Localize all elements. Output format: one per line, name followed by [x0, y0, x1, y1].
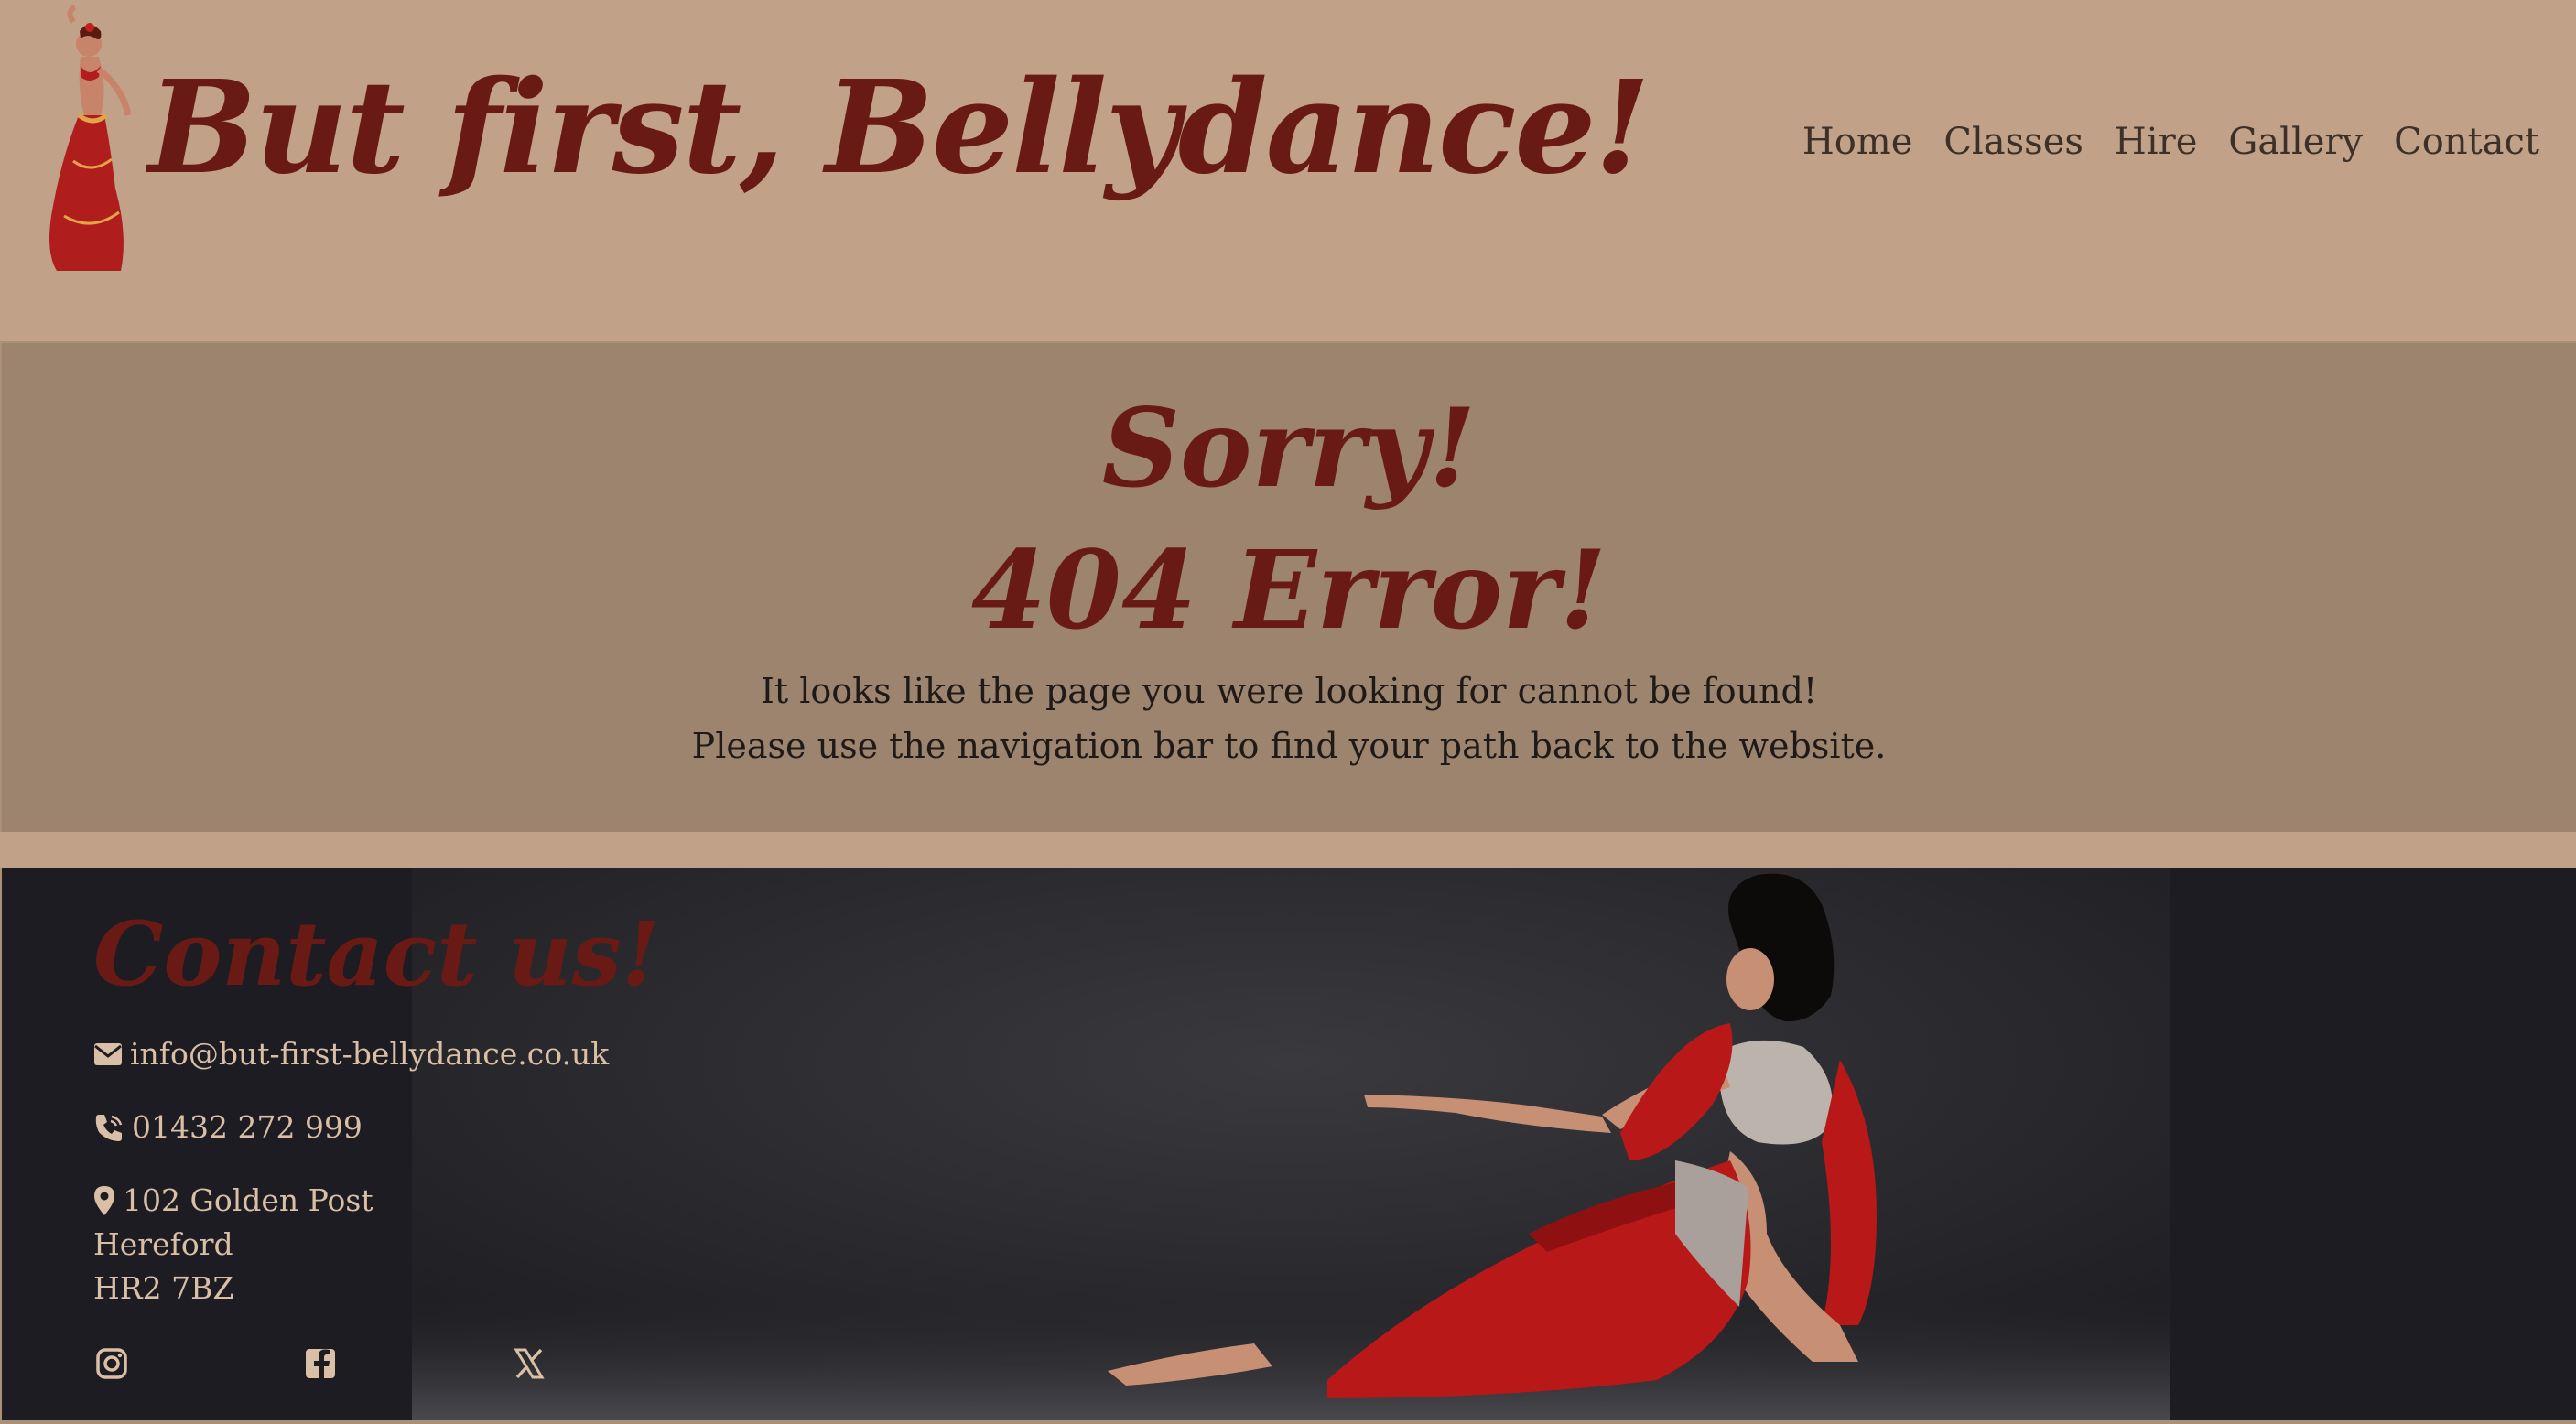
address-line-3: HR2 7BZ	[93, 1270, 234, 1306]
facebook-icon[interactable]	[302, 1345, 339, 1382]
address-line-2: Hereford	[93, 1226, 233, 1262]
error-message-line-2: Please use the navigation bar to find yo…	[691, 726, 1887, 766]
instagram-icon[interactable]	[93, 1345, 130, 1382]
nav-gallery-link[interactable]: Gallery	[2228, 121, 2363, 163]
error-code: 404 Error!	[970, 526, 1607, 653]
site-footer: Contact us! info@but-first-bellydance.co…	[0, 868, 2576, 1422]
contact-heading: Contact us!	[93, 902, 660, 1006]
error-heading: Sorry!	[1101, 384, 1477, 512]
nav-classes-link[interactable]: Classes	[1943, 121, 2084, 163]
map-pin-icon	[94, 1185, 114, 1215]
bottom-border	[0, 1420, 2576, 1424]
error-message-line-1: It looks like the page you were looking …	[760, 671, 1818, 711]
envelope-icon	[94, 1042, 122, 1065]
footer-dancer-photo	[412, 868, 2170, 1422]
error-section: Sorry! 404 Error! It looks like the page…	[0, 341, 2576, 832]
nav-contact-link[interactable]: Contact	[2394, 121, 2539, 163]
site-title[interactable]: But first, Bellydance!	[148, 64, 1651, 192]
dancer-logo-icon[interactable]	[20, 5, 157, 280]
contact-phone[interactable]: 01432 272 999	[93, 1109, 363, 1145]
site-header: But first, Bellydance! Home Classes Hire…	[0, 0, 2576, 341]
x-icon[interactable]	[511, 1345, 547, 1382]
main-nav: Home Classes Hire Gallery Contact	[1802, 121, 2539, 163]
contact-address: 102 Golden Post	[93, 1182, 373, 1218]
email-text[interactable]: info@but-first-bellydance.co.uk	[130, 1036, 609, 1072]
address-line-1: 102 Golden Post	[123, 1182, 373, 1218]
phone-icon	[95, 1114, 123, 1141]
nav-home-link[interactable]: Home	[1802, 121, 1913, 163]
contact-email[interactable]: info@but-first-bellydance.co.uk	[93, 1036, 609, 1072]
nav-hire-link[interactable]: Hire	[2115, 121, 2197, 163]
phone-text[interactable]: 01432 272 999	[132, 1109, 363, 1145]
